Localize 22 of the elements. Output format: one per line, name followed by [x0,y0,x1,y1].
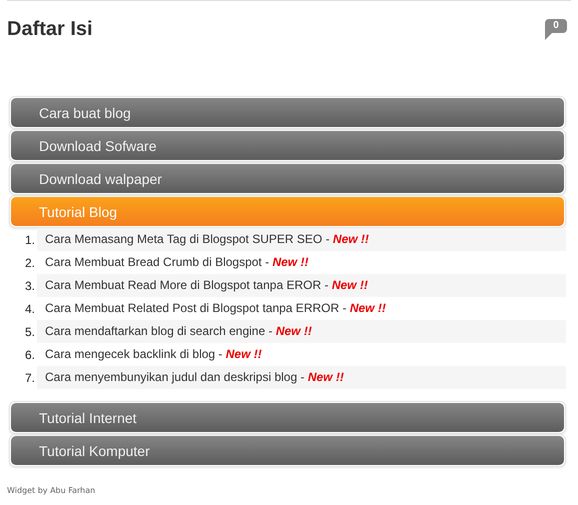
list-number: 1. [24,232,36,246]
list-number: 3. [24,278,36,292]
accordion-header[interactable]: Cara buat blog [11,98,564,127]
list-number: 4. [24,302,36,316]
post-link[interactable]: Cara mendaftarkan blog di search engine - New !! [37,320,566,343]
list-number: 2. [24,256,36,270]
widget-credit: Widget by Abu Farhan [7,486,96,495]
accordion-header[interactable]: Download walpaper [11,164,564,193]
list-number: 6. [24,348,36,362]
post-link[interactable]: Cara menyembunyikan judul dan deskripsi blog - New !! [37,366,566,389]
accordion-header[interactable]: Tutorial Internet [11,403,564,432]
accordion-header[interactable]: Tutorial Komputer [11,436,564,465]
comment-count-badge[interactable]: 0 [545,19,567,40]
list-number: 5. [24,324,36,338]
list-number: 7. [24,370,36,384]
page-title: Daftar Isi [7,17,93,41]
accordion-header[interactable]: Download Sofware [11,131,564,160]
post-link[interactable]: Cara mengecek backlink di blog - New !! [37,343,566,366]
post-link[interactable]: Cara Memasang Meta Tag di Blogspot SUPER SEO - New !! [37,228,566,251]
post-link[interactable]: Cara Membuat Bread Crumb di Blogspot - New !! [37,251,566,274]
post-link[interactable]: Cara Membuat Related Post di Blogspot tanpa ERROR - New !! [37,297,566,320]
post-link[interactable]: Cara Membuat Read More di Blogspot tanpa EROR - New !! [37,274,566,297]
